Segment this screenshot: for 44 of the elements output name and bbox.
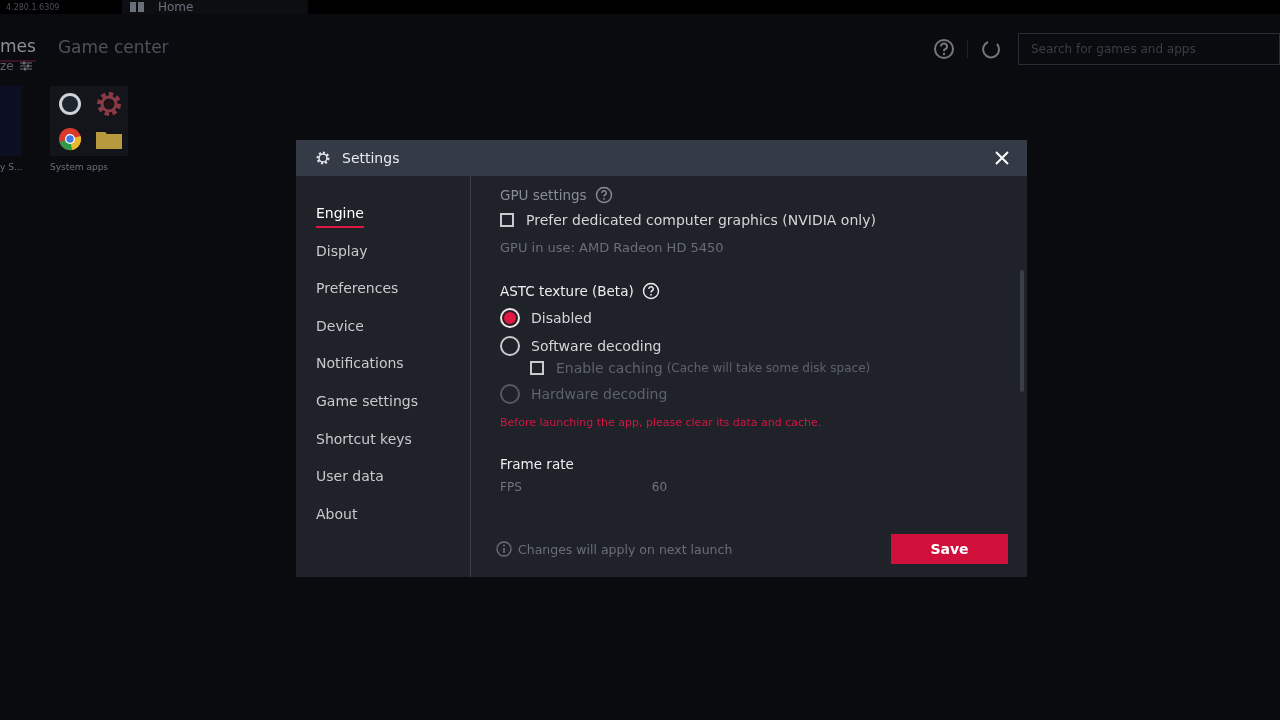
dialog-title: Settings: [342, 150, 401, 166]
fps-label: FPS: [500, 480, 522, 494]
sidebar-item[interactable]: Preferences: [316, 280, 470, 318]
sidebar-item[interactable]: Notifications: [316, 355, 470, 393]
section-heading: ASTC texture (Beta): [500, 283, 634, 299]
fps-value: 60: [651, 480, 668, 494]
version-label: 4.280.1.6309: [5, 2, 61, 12]
sliders-icon[interactable]: [19, 61, 32, 71]
app-label: y S...: [0, 162, 22, 172]
sidebar-item[interactable]: Game settings: [316, 392, 470, 431]
save-button[interactable]: Save: [891, 534, 1008, 564]
home-tab[interactable]: Home: [158, 0, 194, 14]
customize-label: ze: [0, 59, 14, 73]
close-icon: [995, 151, 1009, 165]
warning-text: Before launching the app, please clear its data and cache.: [500, 416, 823, 429]
app-folder[interactable]: [50, 86, 128, 156]
sidebar-item[interactable]: Engine: [316, 205, 470, 243]
app-label: System apps: [50, 162, 110, 172]
radio-label: Disabled: [531, 310, 592, 326]
footer-note: Changes will apply on next launch: [518, 541, 734, 557]
close-button[interactable]: [995, 151, 1009, 165]
gpu-info: GPU in use: AMD Radeon HD 5450: [500, 240, 725, 255]
folder-icon: [95, 129, 122, 149]
checkbox[interactable]: [500, 213, 514, 227]
gear-icon: [95, 91, 122, 117]
sidebar-item[interactable]: User data: [316, 468, 470, 506]
radio-label: Hardware decoding: [531, 386, 668, 402]
sidebar-item[interactable]: Display: [316, 242, 470, 281]
hint-text: (Cache will take some disk space): [666, 361, 871, 375]
sidebar-item[interactable]: Device: [316, 317, 470, 356]
nav-tab[interactable]: mes: [0, 36, 36, 62]
radio-label: Software decoding: [531, 338, 662, 354]
checkbox[interactable]: [530, 361, 544, 375]
refresh-icon[interactable]: [980, 38, 1002, 60]
browser-icon: [57, 127, 82, 151]
settings-icon: [316, 151, 330, 165]
checkbox-label: Prefer dedicated computer graphics (NVIDIA only): [526, 212, 876, 228]
sidebar-item[interactable]: About: [316, 505, 470, 544]
checkbox-label: Enable caching: [556, 360, 663, 376]
section-heading: GPU settings: [500, 187, 587, 203]
info-icon: [496, 541, 512, 557]
section-heading: Frame rate: [500, 456, 574, 472]
sidebar-item[interactable]: Shortcut keys: [316, 430, 470, 469]
grid-icon: [130, 2, 144, 12]
